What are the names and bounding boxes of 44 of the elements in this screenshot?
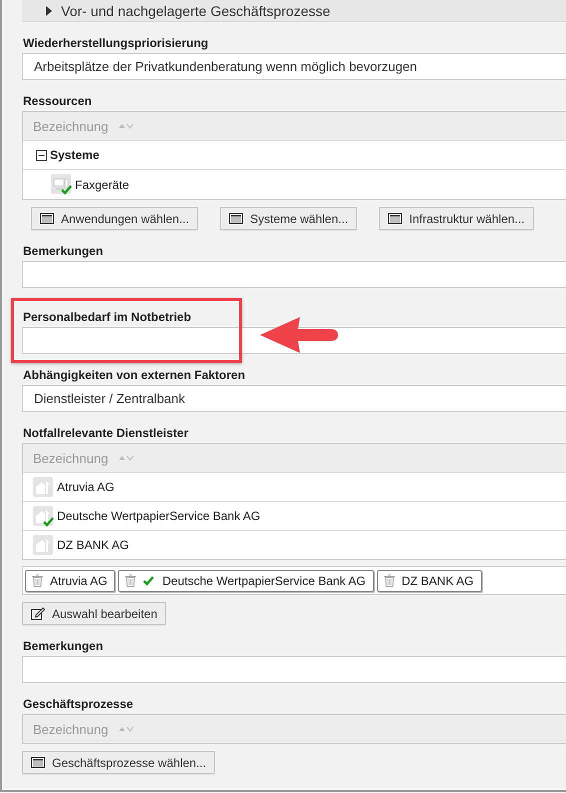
trash-icon — [384, 574, 395, 587]
field-label: Wiederherstellungspriorisierung — [22, 36, 210, 50]
table-row[interactable]: DZ BANK AG — [23, 530, 566, 559]
tree-row[interactable]: Systeme — [23, 140, 566, 169]
table-row[interactable]: Deutsche WertpapierService Bank AG — [23, 501, 566, 530]
edit-icon — [31, 607, 45, 620]
row-label: Atruvia AG — [57, 480, 114, 494]
list-icon — [31, 757, 45, 768]
table-row[interactable]: Atruvia AG — [23, 472, 566, 501]
section-title: Vor- und nachgelagerte Geschäftsprozesse — [61, 2, 330, 18]
trash-icon — [125, 574, 136, 587]
chip[interactable]: Deutsche WertpapierService Bank AG — [118, 570, 374, 592]
input-field[interactable] — [22, 327, 566, 354]
button[interactable]: Infrastruktur wählen... — [379, 207, 534, 230]
row-label: Faxgeräte — [75, 178, 130, 192]
section-header[interactable]: Vor- und nachgelagerte Geschäftsprozesse — [22, 0, 566, 22]
field-label: Geschäftsprozesse — [22, 697, 134, 711]
trash-icon — [32, 574, 43, 587]
field-label: Abhängigkeiten von externen Faktoren — [22, 368, 246, 382]
row-label: DZ BANK AG — [57, 538, 130, 552]
button[interactable]: Auswahl bearbeiten — [22, 602, 166, 625]
group-label: Systeme — [50, 148, 100, 162]
chip[interactable]: Atruvia AG — [25, 570, 116, 592]
field-label: Notfallrelevante Dienstleister — [22, 426, 190, 440]
button[interactable]: Geschäftsprozesse wählen... — [22, 751, 216, 774]
button[interactable]: Systeme wählen... — [220, 207, 358, 230]
chip[interactable]: DZ BANK AG — [376, 570, 482, 592]
field-label: Ressourcen — [22, 94, 93, 108]
field-label: Bemerkungen — [22, 244, 104, 258]
list-icon — [388, 213, 402, 224]
row-label: Deutsche WertpapierService Bank AG — [57, 509, 260, 523]
list-icon — [40, 213, 54, 224]
button[interactable]: Anwendungen wählen... — [31, 207, 198, 230]
input-field[interactable] — [22, 261, 566, 288]
input-field[interactable]: Dienstleister / Zentralbank — [22, 385, 566, 412]
input-field[interactable] — [22, 656, 566, 683]
table-row[interactable]: Faxgeräte — [23, 169, 566, 199]
field-label: Personalbedarf im Notbetrieb — [22, 310, 192, 324]
sort-icon — [118, 725, 134, 733]
list-icon — [229, 213, 244, 224]
field-label: Bemerkungen — [22, 639, 104, 653]
sort-icon — [118, 122, 134, 130]
sort-icon — [118, 454, 134, 462]
input-field[interactable]: Arbeitsplätze der Privatkundenberatung wenn möglich bevorzugen — [22, 53, 566, 80]
